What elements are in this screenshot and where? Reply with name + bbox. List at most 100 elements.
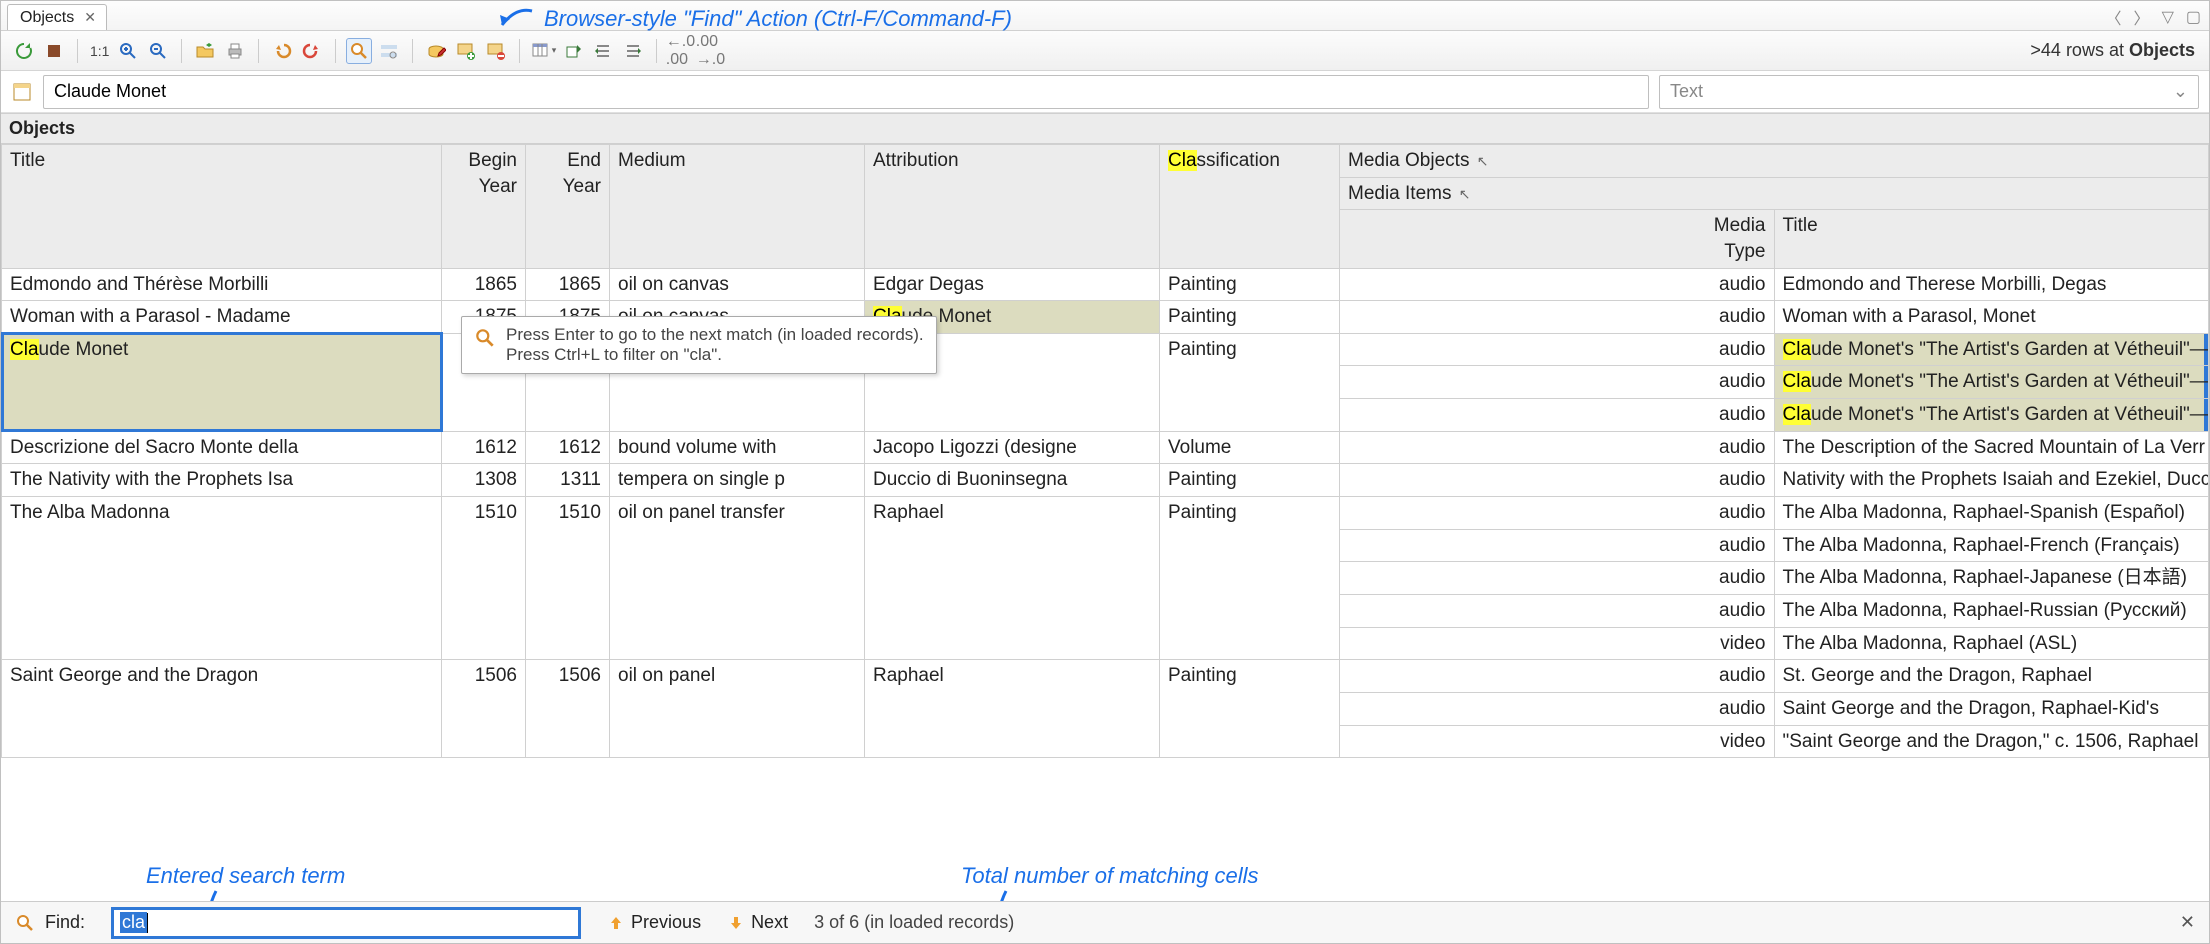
cell-media-type[interactable]: audio — [1340, 399, 1775, 432]
cell-begin[interactable]: 1510 — [442, 497, 526, 660]
stop-button[interactable] — [41, 38, 67, 64]
find-button[interactable] — [346, 38, 372, 64]
cell-attribution[interactable]: Duccio di Buoninsegna — [865, 464, 1160, 497]
header-media-title[interactable]: Title — [1774, 210, 2209, 268]
cell-title[interactable]: Woman with a Parasol - Madame — [2, 301, 442, 334]
cell-media-type[interactable]: audio — [1340, 464, 1775, 497]
cell-attribution[interactable]: Raphael — [865, 497, 1160, 660]
cell-media-title[interactable]: The Alba Madonna, Raphael-Russian (Русск… — [1774, 594, 2209, 627]
header-end-year[interactable]: End Year — [526, 145, 610, 269]
columns-button[interactable]: ▾ — [530, 38, 556, 64]
filter-input[interactable] — [43, 75, 1649, 109]
cell-classification[interactable]: Painting — [1160, 660, 1340, 758]
refresh-button[interactable] — [11, 38, 37, 64]
zoom-out-button[interactable] — [145, 38, 171, 64]
cell-title[interactable]: Claude Monet — [2, 333, 442, 431]
cell-media-type[interactable]: audio — [1340, 366, 1775, 399]
cell-media-type[interactable]: audio — [1340, 497, 1775, 530]
cell-attribution[interactable]: Jacopo Ligozzi (designe — [865, 431, 1160, 464]
find-input[interactable]: cla — [111, 907, 581, 939]
find-close-button[interactable]: ✕ — [2180, 912, 2195, 933]
cell-media-title[interactable]: St. George and the Dragon, Raphael — [1774, 660, 2209, 693]
cell-classification[interactable]: Painting — [1160, 464, 1340, 497]
cell-media-title[interactable]: Nativity with the Prophets Isaiah and Ez… — [1774, 464, 2209, 497]
decrease-decimal-button[interactable]: ←.0.00 — [667, 38, 693, 64]
cell-media-type[interactable]: video — [1340, 725, 1775, 758]
cell-media-type[interactable]: audio — [1340, 431, 1775, 464]
cell-media-type[interactable]: audio — [1340, 529, 1775, 562]
cell-end[interactable]: 1311 — [526, 464, 610, 497]
header-title[interactable]: Title — [2, 145, 442, 269]
filter-type-dropdown[interactable]: Text ⌄ — [1659, 75, 2199, 109]
cell-attribution[interactable]: Edgar Degas — [865, 268, 1160, 301]
zoom-in-button[interactable] — [115, 38, 141, 64]
cell-medium[interactable]: oil on canvas — [610, 268, 865, 301]
delete-row-button[interactable] — [483, 38, 509, 64]
cell-media-title[interactable]: "Saint George and the Dragon," c. 1506, … — [1774, 725, 2209, 758]
print-button[interactable] — [222, 38, 248, 64]
header-attribution[interactable]: Attribution — [865, 145, 1160, 269]
cell-classification[interactable]: Painting — [1160, 268, 1340, 301]
cell-end[interactable]: 1506 — [526, 660, 610, 758]
header-classification[interactable]: Classification — [1160, 145, 1340, 269]
cell-media-type[interactable]: audio — [1340, 660, 1775, 693]
cell-media-title[interactable]: Saint George and the Dragon, Raphael-Kid… — [1774, 692, 2209, 725]
cell-begin[interactable]: 1865 — [442, 268, 526, 301]
cell-classification[interactable]: Painting — [1160, 497, 1340, 660]
cell-begin[interactable]: 1506 — [442, 660, 526, 758]
cell-end[interactable]: 1510 — [526, 497, 610, 660]
maximize-icon[interactable]: ▢ — [2184, 7, 2203, 27]
cell-title[interactable]: Descrizione del Sacro Monte della — [2, 431, 442, 464]
cell-media-type[interactable]: video — [1340, 627, 1775, 660]
nav-back-icon[interactable]: 〈 — [2104, 5, 2124, 29]
cell-title[interactable]: Saint George and the Dragon — [2, 660, 442, 758]
cell-media-type[interactable]: audio — [1340, 268, 1775, 301]
dropdown-icon[interactable]: ▽ — [2160, 7, 2176, 27]
cell-media-type[interactable]: audio — [1340, 594, 1775, 627]
cell-media-title[interactable]: The Alba Madonna, Raphael-Spanish (Españ… — [1774, 497, 2209, 530]
redo-button[interactable] — [299, 38, 325, 64]
cell-title[interactable]: The Nativity with the Prophets Isa — [2, 464, 442, 497]
cell-media-title[interactable]: Woman with a Parasol, Monet — [1774, 301, 2209, 334]
cell-title[interactable]: Edmondo and Thérèse Morbilli — [2, 268, 442, 301]
cell-media-title[interactable]: The Alba Madonna, Raphael-French (França… — [1774, 529, 2209, 562]
cell-media-title[interactable]: The Alba Madonna, Raphael (ASL) — [1774, 627, 2209, 660]
data-grid[interactable]: Title Begin Year End Year Medium Attribu… — [1, 144, 2209, 901]
cell-media-title[interactable]: The Alba Madonna, Raphael-Japanese (日本語) — [1774, 562, 2209, 595]
filter-panel-icon[interactable] — [11, 81, 33, 103]
cell-end[interactable]: 1865 — [526, 268, 610, 301]
cell-classification[interactable]: Painting — [1160, 301, 1340, 334]
find-previous-button[interactable]: Previous — [607, 912, 701, 933]
increase-decimal-button[interactable]: .00→.0 — [697, 38, 723, 64]
cell-medium[interactable]: bound volume with — [610, 431, 865, 464]
indent-button[interactable] — [620, 38, 646, 64]
export-button[interactable] — [560, 38, 586, 64]
edit-button[interactable] — [423, 38, 449, 64]
cell-medium[interactable]: oil on panel — [610, 660, 865, 758]
cell-media-title[interactable]: Claude Monet's "The Artist's Garden at V… — [1774, 366, 2209, 399]
cell-media-type[interactable]: audio — [1340, 692, 1775, 725]
tab-objects[interactable]: Objects ✕ — [7, 4, 107, 30]
cell-medium[interactable]: oil on panel transfer — [610, 497, 865, 660]
cell-media-type[interactable]: audio — [1340, 333, 1775, 366]
cell-media-title[interactable]: The Description of the Sacred Mountain o… — [1774, 431, 2209, 464]
header-media-items[interactable]: Media Items ↖ — [1340, 177, 2209, 210]
open-button[interactable] — [192, 38, 218, 64]
dedent-button[interactable] — [590, 38, 616, 64]
header-medium[interactable]: Medium — [610, 145, 865, 269]
cell-attribution[interactable]: Raphael — [865, 660, 1160, 758]
cell-begin[interactable]: 1308 — [442, 464, 526, 497]
cell-begin[interactable]: 1612 — [442, 431, 526, 464]
close-icon[interactable]: ✕ — [84, 9, 96, 26]
cell-title[interactable]: The Alba Madonna — [2, 497, 442, 660]
cell-media-title[interactable]: Edmondo and Therese Morbilli, Degas — [1774, 268, 2209, 301]
header-begin-year[interactable]: Begin Year — [442, 145, 526, 269]
highlight-button[interactable] — [376, 38, 402, 64]
cell-classification[interactable]: Volume — [1160, 431, 1340, 464]
cell-media-title[interactable]: Claude Monet's "The Artist's Garden at V… — [1774, 399, 2209, 432]
header-media-objects[interactable]: Media Objects ↖ — [1340, 145, 2209, 178]
cell-media-title[interactable]: Claude Monet's "The Artist's Garden at V… — [1774, 333, 2209, 366]
cell-media-type[interactable]: audio — [1340, 562, 1775, 595]
undo-button[interactable] — [269, 38, 295, 64]
nav-forward-icon[interactable]: 〉 — [2132, 5, 2152, 29]
